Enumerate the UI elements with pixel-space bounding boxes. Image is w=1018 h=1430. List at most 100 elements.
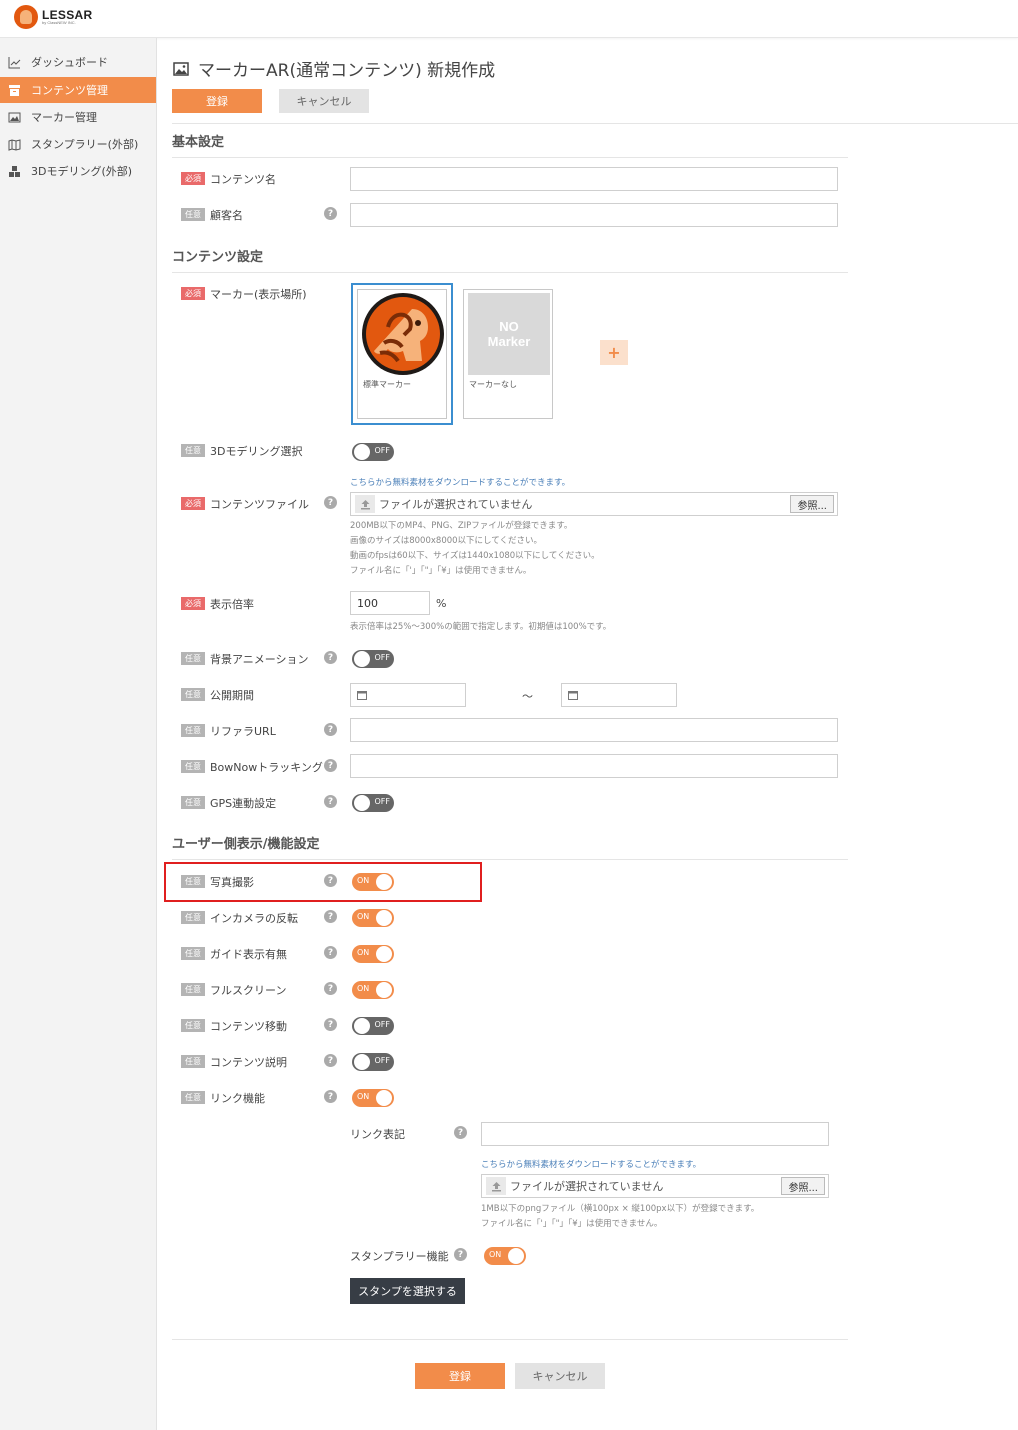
help-icon[interactable]: ? [324, 496, 337, 509]
optional-badge: 任意 [181, 1091, 205, 1104]
optional-badge: 任意 [181, 1055, 205, 1068]
content-file-input[interactable]: ファイルが選択されていません 参照... [350, 492, 838, 516]
top-bar: LESSAR by ClassNEW INC. [0, 0, 1018, 38]
help-icon[interactable]: ? [454, 1126, 467, 1139]
download-link[interactable]: こちらから無料素材をダウンロードすることができます。 [350, 476, 570, 488]
file-placeholder: ファイルが選択されていません [510, 1180, 664, 1193]
sidebar-item-contents[interactable]: コンテンツ管理 [0, 77, 156, 103]
lessar-logo[interactable]: LESSAR by ClassNEW INC. [14, 5, 92, 29]
sidebar-item-3d-modeling[interactable]: 3Dモデリング(外部) [0, 158, 156, 184]
guide-toggle[interactable]: ON [352, 945, 394, 963]
modeling-toggle[interactable]: OFF [352, 443, 394, 461]
archive-icon [8, 84, 21, 97]
sidebar-item-dashboard[interactable]: ダッシュボード [0, 49, 156, 75]
cancel-button[interactable]: キャンセル [279, 89, 369, 113]
optional-badge: 任意 [181, 760, 205, 773]
bg-animation-label: 背景アニメーション [210, 653, 309, 666]
link-text-label: リンク表記 [350, 1128, 405, 1141]
divider [172, 157, 848, 158]
help-icon[interactable]: ? [324, 1018, 337, 1031]
link-label: リンク機能 [210, 1092, 265, 1105]
upload-icon [355, 495, 375, 513]
optional-badge: 任意 [181, 947, 205, 960]
fullscreen-toggle[interactable]: ON [352, 981, 394, 999]
bownow-label: BowNowトラッキング [210, 761, 323, 774]
help-icon[interactable]: ? [324, 651, 337, 664]
required-badge: 必須 [181, 597, 205, 610]
download-link[interactable]: こちらから無料素材をダウンロードすることができます。 [481, 1158, 701, 1170]
scale-input[interactable]: 100 [350, 591, 430, 615]
help-icon[interactable]: ? [324, 795, 337, 808]
submit-button-bottom[interactable]: 登録 [415, 1363, 505, 1389]
link-text-input[interactable] [481, 1122, 829, 1146]
required-badge: 必須 [181, 497, 205, 510]
file-placeholder: ファイルが選択されていません [379, 498, 533, 511]
browse-button[interactable]: 参照... [781, 1177, 825, 1195]
required-badge: 必須 [181, 172, 205, 185]
bownow-input[interactable] [350, 754, 838, 778]
period-end-input[interactable] [561, 683, 677, 707]
section-basic: 基本設定 [172, 135, 225, 150]
no-marker-image: NO Marker [468, 293, 550, 375]
optional-badge: 任意 [181, 796, 205, 809]
calendar-icon [357, 691, 367, 700]
logo-icon [14, 5, 38, 29]
optional-badge: 任意 [181, 688, 205, 701]
referer-url-input[interactable] [350, 718, 838, 742]
section-content: コンテンツ設定 [172, 250, 264, 265]
customer-name-input[interactable] [350, 203, 838, 227]
divider [172, 1339, 848, 1340]
image-icon [8, 111, 21, 124]
add-marker-button[interactable]: + [600, 340, 628, 365]
marker-option-none[interactable]: NO Marker マーカーなし [463, 289, 553, 419]
help-icon[interactable]: ? [324, 723, 337, 736]
no-marker-text: NO Marker [487, 319, 531, 349]
help-icon[interactable]: ? [324, 207, 337, 220]
move-label: コンテンツ移動 [210, 1020, 287, 1033]
help-icon[interactable]: ? [324, 982, 337, 995]
scale-note: 表示倍率は25%〜300%の範囲で指定します。初期値は100%です。 [350, 622, 612, 632]
file-note-3: 動画のfpsは60以下、サイズは1440x1080以下にしてください。 [350, 551, 600, 561]
select-stamp-button[interactable]: スタンプを選択する [350, 1278, 465, 1304]
sidebar-item-label: ダッシュボード [31, 56, 108, 69]
link-toggle[interactable]: ON [352, 1089, 394, 1107]
optional-badge: 任意 [181, 911, 205, 924]
help-icon[interactable]: ? [454, 1248, 467, 1261]
period-start-input[interactable] [350, 683, 466, 707]
help-icon[interactable]: ? [324, 910, 337, 923]
sidebar: ダッシュボード コンテンツ管理 マーカー管理 スタンプラリー(外部) 3Dモデリ… [0, 38, 157, 1430]
content-name-input[interactable] [350, 167, 838, 191]
marker-label: マーカー(表示場所) [210, 288, 307, 301]
gps-toggle[interactable]: OFF [352, 794, 394, 812]
help-icon[interactable]: ? [324, 1054, 337, 1067]
sidebar-item-stamp-rally[interactable]: スタンプラリー(外部) [0, 131, 156, 157]
move-toggle[interactable]: OFF [352, 1017, 394, 1035]
cancel-button-bottom[interactable]: キャンセル [515, 1363, 605, 1389]
stamp-rally-label: スタンプラリー機能 [350, 1250, 449, 1263]
customer-name-label: 顧客名 [210, 209, 243, 222]
help-icon[interactable]: ? [324, 1090, 337, 1103]
help-icon[interactable]: ? [324, 759, 337, 772]
guide-label: ガイド表示有無 [210, 948, 287, 961]
scale-unit: % [436, 597, 447, 610]
browse-button[interactable]: 参照... [790, 495, 834, 513]
required-badge: 必須 [181, 287, 205, 300]
in-camera-toggle[interactable]: ON [352, 909, 394, 927]
description-toggle[interactable]: OFF [352, 1053, 394, 1071]
marker-caption: マーカーなし [469, 380, 517, 389]
stamp-rally-toggle[interactable]: ON [484, 1247, 526, 1265]
optional-badge: 任意 [181, 444, 205, 457]
chart-line-icon [8, 56, 21, 69]
help-icon[interactable]: ? [324, 946, 337, 959]
link-file-input[interactable]: ファイルが選択されていません 参照... [481, 1174, 829, 1198]
submit-button[interactable]: 登録 [172, 89, 262, 113]
sidebar-item-label: コンテンツ管理 [31, 84, 108, 97]
calendar-icon [568, 691, 578, 700]
divider [172, 272, 848, 273]
optional-badge: 任意 [181, 983, 205, 996]
bg-animation-toggle[interactable]: OFF [352, 650, 394, 668]
standard-marker-image [362, 293, 444, 375]
optional-badge: 任意 [181, 652, 205, 665]
marker-option-standard[interactable]: 標準マーカー [357, 289, 447, 419]
sidebar-item-markers[interactable]: マーカー管理 [0, 104, 156, 130]
